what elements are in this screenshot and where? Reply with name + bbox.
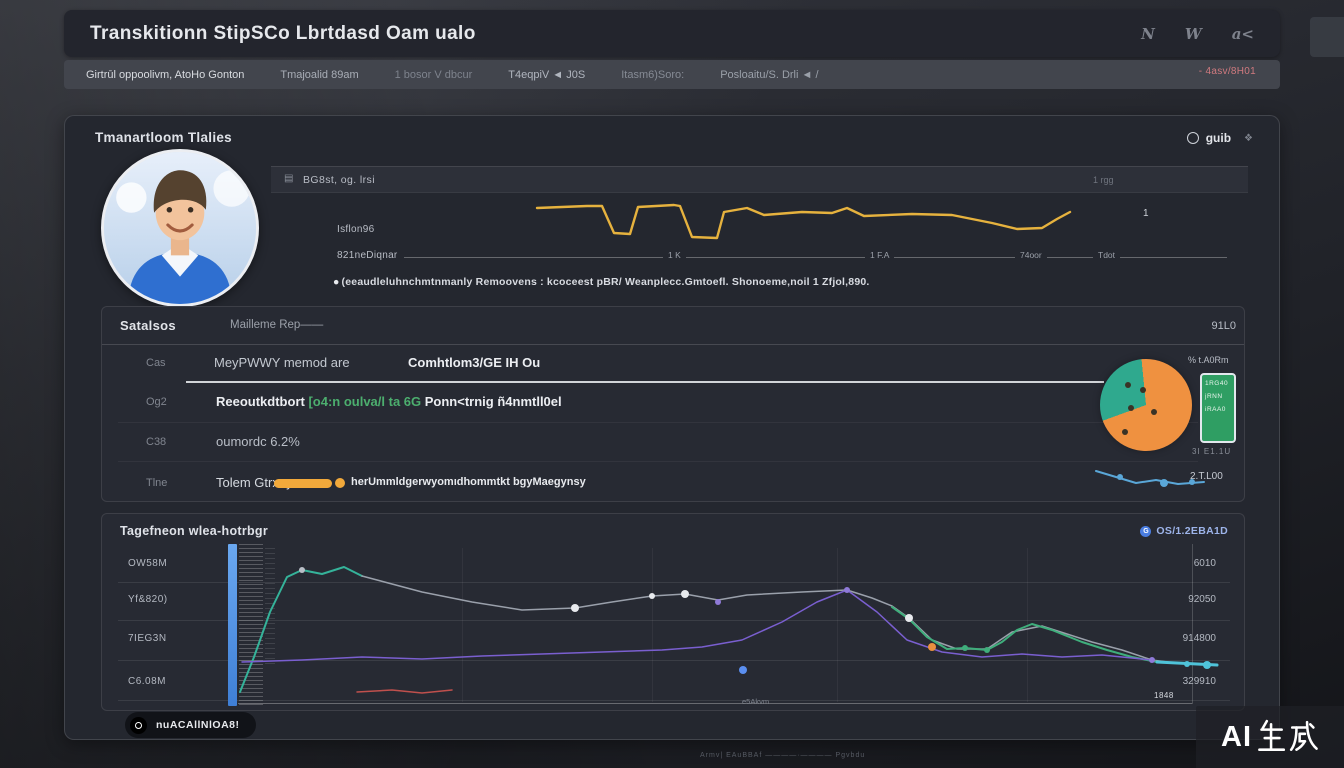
axis-tick: 1 F.A bbox=[865, 250, 894, 260]
circle-icon bbox=[1187, 132, 1199, 144]
refresh-label: guib bbox=[1206, 131, 1231, 145]
series-label-a: Isflon96 bbox=[337, 224, 374, 235]
timeline-chart bbox=[102, 546, 1246, 706]
axis-tick: 1 K bbox=[663, 250, 686, 260]
stray-tick: 1 bbox=[1143, 208, 1149, 219]
divider bbox=[102, 344, 1244, 345]
trend-mini-chart bbox=[1094, 465, 1212, 495]
x-axis-label: e5Akvm bbox=[742, 697, 769, 706]
pie-legend: 1RG40 jRNN iRAA0 bbox=[1200, 373, 1236, 443]
watermark-ai-text: AI bbox=[1221, 721, 1252, 754]
row-key: Cas bbox=[146, 357, 166, 369]
nav-alert[interactable]: - 4asv/8H01 bbox=[1199, 66, 1256, 77]
user-icon[interactable]: a< bbox=[1232, 25, 1254, 43]
series-label-b: 821neDiqnar bbox=[337, 250, 404, 261]
axis-tick: 74oor bbox=[1015, 250, 1047, 260]
highlight-divider bbox=[186, 381, 1104, 383]
sparkle-icon: ❖ bbox=[1244, 133, 1253, 144]
calendar-icon: ▤ bbox=[284, 173, 293, 184]
stats-subtitle: Mailleme Rep—— bbox=[230, 319, 323, 331]
nav-item-5[interactable]: Posloaitu/S. Drli ◄ / bbox=[720, 69, 818, 81]
nav-item-4[interactable]: Itasm6)Soro: bbox=[621, 69, 684, 81]
timeline-link[interactable]: G OS/1.2EBA1D bbox=[1140, 525, 1228, 537]
nav-item-3[interactable]: T4eqpiV ◄ J0S bbox=[508, 69, 585, 81]
pie-chart bbox=[1100, 359, 1192, 451]
app-header: Transkitionn StipSCo Lbrtdasd Oam ualo N… bbox=[64, 10, 1280, 57]
toolbar-label: BG8st, og. lrsi bbox=[303, 174, 375, 186]
chart-note: ●(eeaudleluhnchmtnmanly Remoovens : kcoc… bbox=[333, 276, 913, 288]
avatar-image bbox=[104, 152, 256, 304]
nav-item-1[interactable]: Tmajoalid 89am bbox=[280, 69, 358, 81]
user-chip[interactable]: nuACAllNlOA8! bbox=[125, 712, 256, 738]
stats-top-value: 91L0 bbox=[1182, 320, 1236, 332]
badge-icon[interactable]: W bbox=[1185, 25, 1202, 43]
card-title: Tmanartloom Tlalies bbox=[95, 130, 232, 145]
app-title: Transkitionn StipSCo Lbrtdasd Oam ualo bbox=[90, 23, 476, 45]
top-nav: Girtrūl oppoolivm, AtoHo Gonton Tmajoali… bbox=[64, 60, 1280, 89]
legend-caption: 3I E1.1U bbox=[1192, 447, 1231, 456]
dashboard-card: Tmanartloom Tlalies guib ❖ bbox=[64, 115, 1280, 740]
user-avatar[interactable] bbox=[101, 149, 259, 307]
user-chip-label: nuACAllNlOA8! bbox=[156, 719, 240, 731]
row-highlight: Comhtlom3/GE IH Ou bbox=[408, 355, 540, 370]
timeline-link-label: OS/1.2EBA1D bbox=[1156, 525, 1228, 537]
divider bbox=[118, 422, 1198, 423]
nav-item-0[interactable]: Girtrūl oppoolivm, AtoHo Gonton bbox=[86, 69, 244, 81]
row-text: Reeoutkdtbort bbox=[216, 394, 308, 409]
row-key: Og2 bbox=[146, 396, 167, 408]
stats-title: Satalsos bbox=[120, 318, 176, 333]
nav-item-2[interactable]: 1 bosor V dbcur bbox=[395, 69, 473, 81]
stats-panel: Satalsos Mailleme Rep—— 91L0 Cas MeyPWWY… bbox=[101, 306, 1245, 502]
row-link[interactable]: [o4:n oulva/l ta 6G bbox=[308, 394, 424, 409]
axis-tick: Tdot bbox=[1093, 250, 1120, 260]
timeline-panel: Tagefneon wlea-hotrbgr G OS/1.2EBA1D OW5… bbox=[101, 513, 1245, 711]
row-text: oumordc 6.2% bbox=[216, 434, 300, 449]
notification-icon[interactable]: N bbox=[1141, 25, 1155, 43]
progress-pill bbox=[274, 479, 332, 488]
pie-percent-label: % t.A0Rm bbox=[1188, 355, 1246, 365]
chart-toolbar: ▤ BG8st, og. lrsi 1 rgg bbox=[271, 166, 1248, 193]
refresh-button[interactable]: guib ❖ bbox=[1187, 131, 1253, 145]
x-axis bbox=[238, 703, 1192, 704]
divider bbox=[118, 461, 1198, 462]
header-icons: N W a< bbox=[1141, 10, 1254, 57]
row-text: MeyPWWY memod are bbox=[214, 355, 350, 370]
page: Transkitionn StipSCo Lbrtdasd Oam ualo N… bbox=[0, 0, 1344, 768]
page-footnote: Armv| EAuBBAf ————·———— Pgvbdu bbox=[700, 752, 1180, 759]
pill-dot bbox=[335, 478, 345, 488]
timeline-title: Tagefneon wlea-hotrbgr bbox=[120, 524, 268, 538]
toolbar-right-label: 1 rgg bbox=[1093, 175, 1114, 185]
corner-decoration bbox=[1310, 17, 1344, 57]
watermark-cjk-glyphs bbox=[1257, 719, 1319, 755]
legend-line: iRAA0 bbox=[1205, 406, 1231, 413]
row-desc: herUmmldgerwyomıdhommtkt bgyMaegynsy bbox=[351, 476, 586, 488]
row-key: Tlne bbox=[146, 477, 167, 489]
row-text: Ponn<trnig ñ4nmtll0el bbox=[425, 394, 562, 409]
legend-line: jRNN bbox=[1205, 393, 1231, 400]
corner-value: 1848 bbox=[1154, 691, 1174, 700]
bullet-icon: ● bbox=[333, 276, 340, 288]
legend-line: 1RG40 bbox=[1205, 380, 1231, 387]
status-icon: G bbox=[1140, 526, 1151, 537]
record-icon bbox=[130, 717, 147, 734]
ai-watermark: AI bbox=[1196, 706, 1344, 768]
row-key: C38 bbox=[146, 436, 166, 448]
